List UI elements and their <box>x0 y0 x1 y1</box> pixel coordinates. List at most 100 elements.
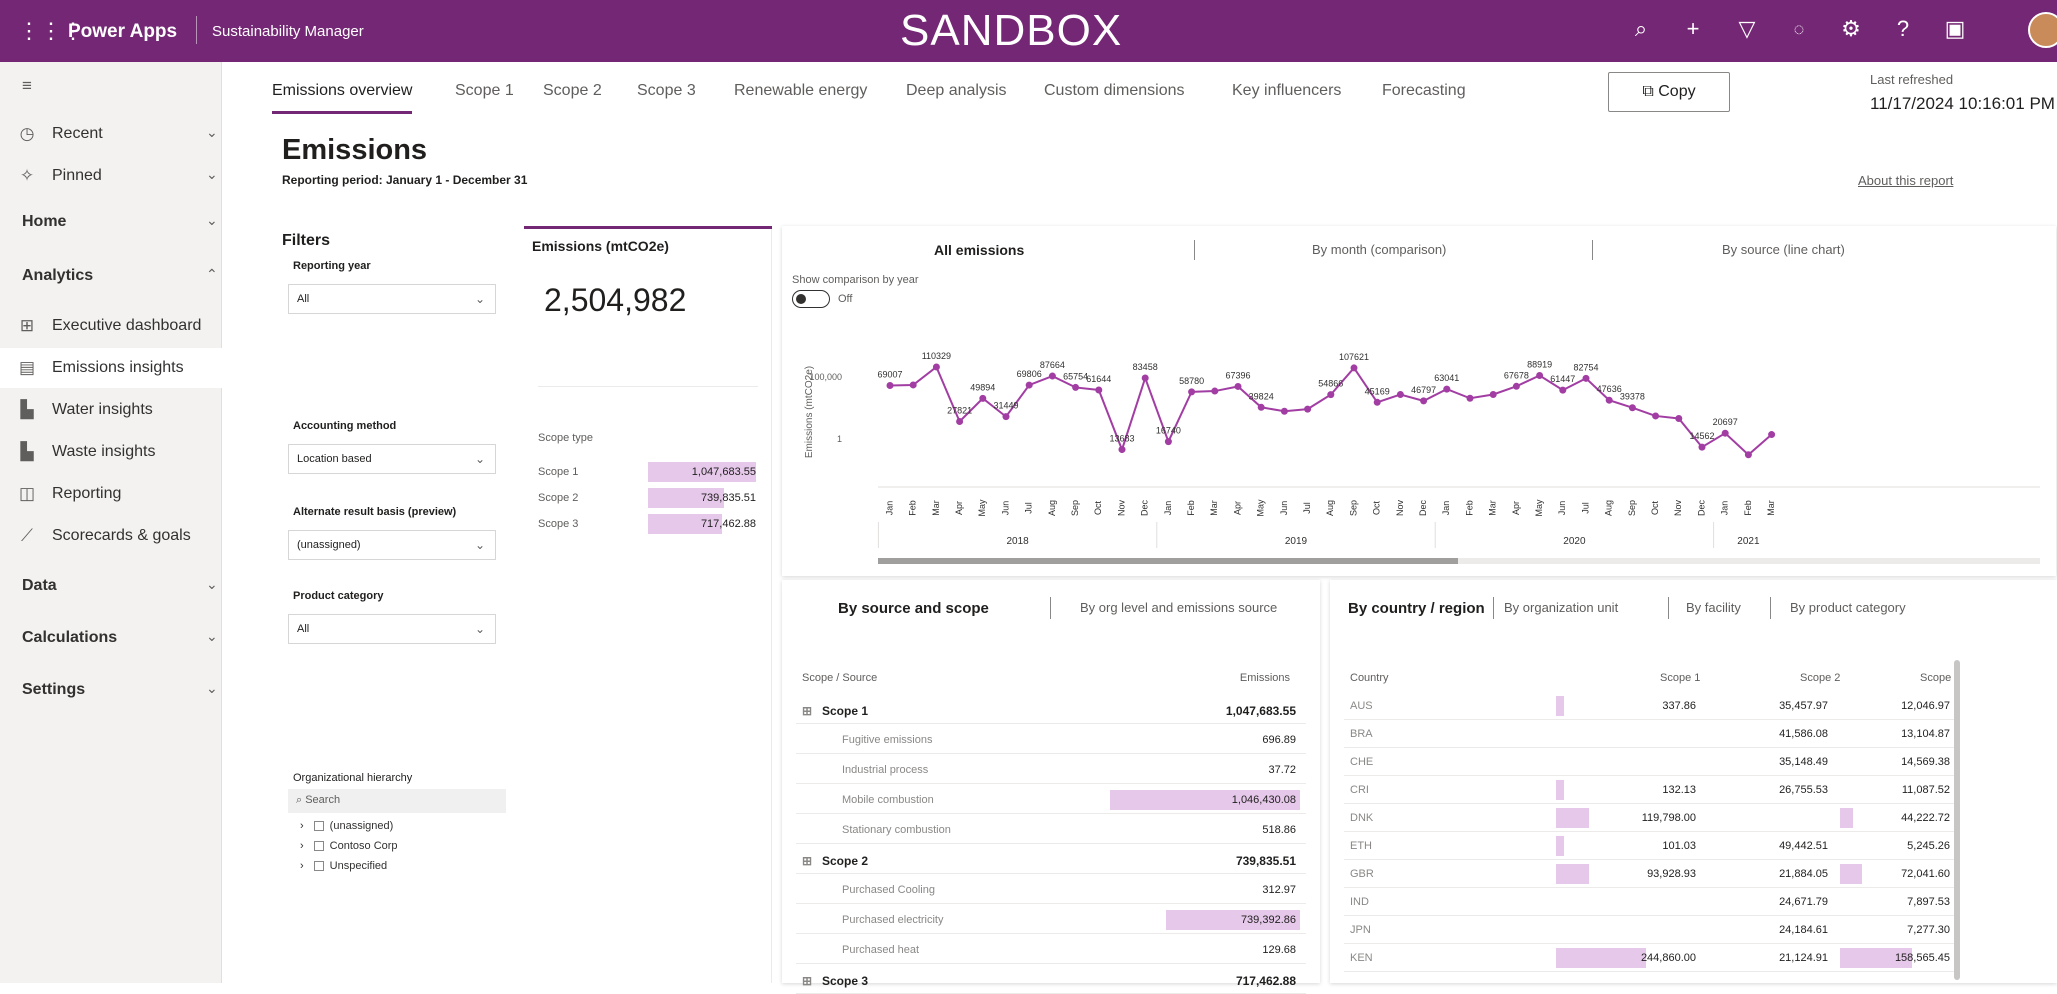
country-row[interactable]: ETH 101.03 49,442.51 5,245.26 <box>1344 832 1954 860</box>
tab-custom-dimensions[interactable]: Custom dimensions <box>1044 82 1185 100</box>
copy-button[interactable]: ⧉ Copy <box>1608 72 1730 112</box>
add-icon[interactable]: + <box>1678 16 1708 42</box>
sidebar-group-data[interactable]: Data ⌄ <box>0 566 222 606</box>
scope-row[interactable]: Scope 1 1,047,683.55 <box>538 462 760 482</box>
app-brand[interactable]: Power Apps <box>68 21 177 43</box>
sidebar-item-waste-insights[interactable]: ▙ Waste insights <box>0 432 222 472</box>
settings-icon[interactable]: ⚙ <box>1836 16 1866 42</box>
reporting-year-dropdown[interactable]: All ⌄ <box>288 284 496 314</box>
data-point <box>1188 388 1196 396</box>
country-row[interactable]: AUS 337.86 35,457.97 12,046.97 <box>1344 692 1954 720</box>
hamburger-menu[interactable]: ≡ <box>0 66 222 106</box>
tab-by-org-level[interactable]: By org level and emissions source <box>1080 600 1277 615</box>
column-header-country[interactable]: Country <box>1350 672 1389 684</box>
source-row[interactable]: Purchased heat 129.68 <box>796 936 1306 964</box>
source-row[interactable]: Purchased electricity 739,392.86 <box>796 906 1306 934</box>
product-category-dropdown[interactable]: All ⌄ <box>288 614 496 644</box>
tab-scope-1[interactable]: Scope 1 <box>455 82 514 100</box>
tab-renewable-energy[interactable]: Renewable energy <box>734 82 867 100</box>
notification-icon[interactable]: ◌ <box>1784 19 1814 40</box>
comparison-toggle[interactable] <box>792 290 830 308</box>
scope-group-row[interactable]: ⊞ Scope 1 1,047,683.55 <box>796 696 1306 724</box>
tab-emissions-overview[interactable]: Emissions overview <box>272 82 413 114</box>
sidebar-item-emissions-insights[interactable]: ▤ Emissions insights <box>0 348 222 388</box>
country-s2-value: 35,148.49 <box>1779 756 1828 768</box>
tree-item[interactable]: › Contoso Corp <box>300 840 398 852</box>
sidebar: ≡ ◷ Recent ⌄ ✧ Pinned ⌄ Home ⌄ Analytics ⌃ ⊞ Ex… <box>0 62 222 983</box>
country-row[interactable]: DNK 119,798.00 44,222.72 <box>1344 804 1954 832</box>
sidebar-item-reporting[interactable]: ◫ Reporting <box>0 474 222 514</box>
expand-icon[interactable]: ⊞ <box>802 854 812 868</box>
country-row[interactable]: CHE 35,148.49 14,569.38 <box>1344 748 1954 776</box>
sidebar-item-recent[interactable]: ◷ Recent ⌄ <box>0 114 222 154</box>
source-row[interactable]: Stationary combustion 518.86 <box>796 816 1306 844</box>
source-row[interactable]: Purchased Cooling 312.97 <box>796 876 1306 904</box>
scope-row[interactable]: Scope 2 739,835.51 <box>538 488 760 508</box>
help-icon[interactable]: ? <box>1888 16 1918 42</box>
column-header-scope-1[interactable]: Scope 1 <box>1660 672 1700 684</box>
search-icon[interactable]: ⌕ <box>1626 16 1656 42</box>
about-report-link[interactable]: About this report <box>1858 173 1953 188</box>
checkbox[interactable] <box>313 821 324 832</box>
column-header-scope-2[interactable]: Scope 2 <box>1800 672 1840 684</box>
chat-icon[interactable]: ▣ <box>1940 16 1970 42</box>
data-point <box>1118 446 1126 454</box>
country-row[interactable]: CRI 132.13 26,755.53 11,087.52 <box>1344 776 1954 804</box>
tab-key-influencers[interactable]: Key influencers <box>1232 82 1341 100</box>
data-label: 46797 <box>1411 385 1436 395</box>
avatar[interactable] <box>2028 12 2057 48</box>
tree-item[interactable]: › (unassigned) <box>300 820 393 832</box>
tab-deep-analysis[interactable]: Deep analysis <box>906 82 1007 100</box>
country-row[interactable]: GBR 93,928.93 21,884.05 72,041.60 <box>1344 860 1954 888</box>
tab-by-facility[interactable]: By facility <box>1686 600 1741 615</box>
tab-by-country-region[interactable]: By country / region <box>1348 600 1485 617</box>
data-point <box>1744 451 1752 459</box>
source-row[interactable]: Industrial process 37.72 <box>796 756 1306 784</box>
tree-item[interactable]: › Unspecified <box>300 860 387 872</box>
tab-by-product-category[interactable]: By product category <box>1790 600 1906 615</box>
checkbox[interactable] <box>313 841 324 852</box>
source-row[interactable]: Mobile combustion 1,046,430.08 <box>796 786 1306 814</box>
chart-tab-all-emissions[interactable]: All emissions <box>934 242 1024 258</box>
country-s1-value: 337.86 <box>1662 700 1696 712</box>
tab-by-source-scope[interactable]: By source and scope <box>838 600 989 617</box>
sidebar-group-settings[interactable]: Settings ⌄ <box>0 670 222 710</box>
emissions-line-chart[interactable]: Emissions (mtCO2e)100,000169007Jan Feb110… <box>782 322 2056 572</box>
column-header-emissions[interactable]: Emissions <box>1240 672 1290 684</box>
scope-group-row[interactable]: ⊞ Scope 2 739,835.51 <box>796 846 1306 874</box>
scope-group-row[interactable]: ⊞ Scope 3 717,462.88 <box>796 966 1306 994</box>
sidebar-group-home[interactable]: Home ⌄ <box>0 202 222 242</box>
source-row[interactable]: Fugitive emissions 696.89 <box>796 726 1306 754</box>
alternate-basis-dropdown[interactable]: (unassigned) ⌄ <box>288 530 496 560</box>
table-scrollbar[interactable] <box>1954 660 1960 980</box>
tab-forecasting[interactable]: Forecasting <box>1382 82 1466 100</box>
tab-scope-2[interactable]: Scope 2 <box>543 82 602 100</box>
chart-tab-by-source[interactable]: By source (line chart) <box>1722 242 1845 257</box>
sidebar-item-pinned[interactable]: ✧ Pinned ⌄ <box>0 156 222 196</box>
environment-name[interactable]: Sustainability Manager <box>212 23 364 40</box>
data-label: 45169 <box>1365 386 1390 396</box>
filter-icon[interactable]: ▽ <box>1732 16 1762 42</box>
country-row[interactable]: KEN 244,860.00 21,124.91 158,565.45 <box>1344 944 1954 972</box>
chart-tab-by-month[interactable]: By month (comparison) <box>1312 242 1446 257</box>
tab-by-organization-unit[interactable]: By organization unit <box>1504 600 1618 615</box>
x-tick-label: Mar <box>1488 500 1498 516</box>
column-header-scope-source[interactable]: Scope / Source <box>802 672 877 684</box>
org-search-input[interactable]: ⌕ Search <box>288 789 506 813</box>
sidebar-item-executive-dashboard[interactable]: ⊞ Executive dashboard <box>0 306 222 346</box>
accounting-method-dropdown[interactable]: Location based ⌄ <box>288 444 496 474</box>
country-row[interactable]: IND 24,671.79 7,897.53 <box>1344 888 1954 916</box>
expand-icon[interactable]: ⊞ <box>802 704 812 718</box>
country-row[interactable]: JPN 24,184.61 7,277.30 <box>1344 916 1954 944</box>
sidebar-item-scorecards-goals[interactable]: ⟋ Scorecards & goals <box>0 516 222 556</box>
sidebar-item-water-insights[interactable]: ▙ Water insights <box>0 390 222 430</box>
sidebar-group-analytics[interactable]: Analytics ⌃ <box>0 256 222 296</box>
chart-scrollbar[interactable] <box>878 558 1458 564</box>
sidebar-group-calculations[interactable]: Calculations ⌄ <box>0 618 222 658</box>
checkbox[interactable] <box>313 861 324 872</box>
tab-scope-3[interactable]: Scope 3 <box>637 82 696 100</box>
country-s3-value: 11,087.52 <box>1901 784 1950 796</box>
country-row[interactable]: BRA 41,586.08 13,104.87 <box>1344 720 1954 748</box>
scope-row[interactable]: Scope 3 717,462.88 <box>538 514 760 534</box>
expand-icon[interactable]: ⊞ <box>802 974 812 988</box>
